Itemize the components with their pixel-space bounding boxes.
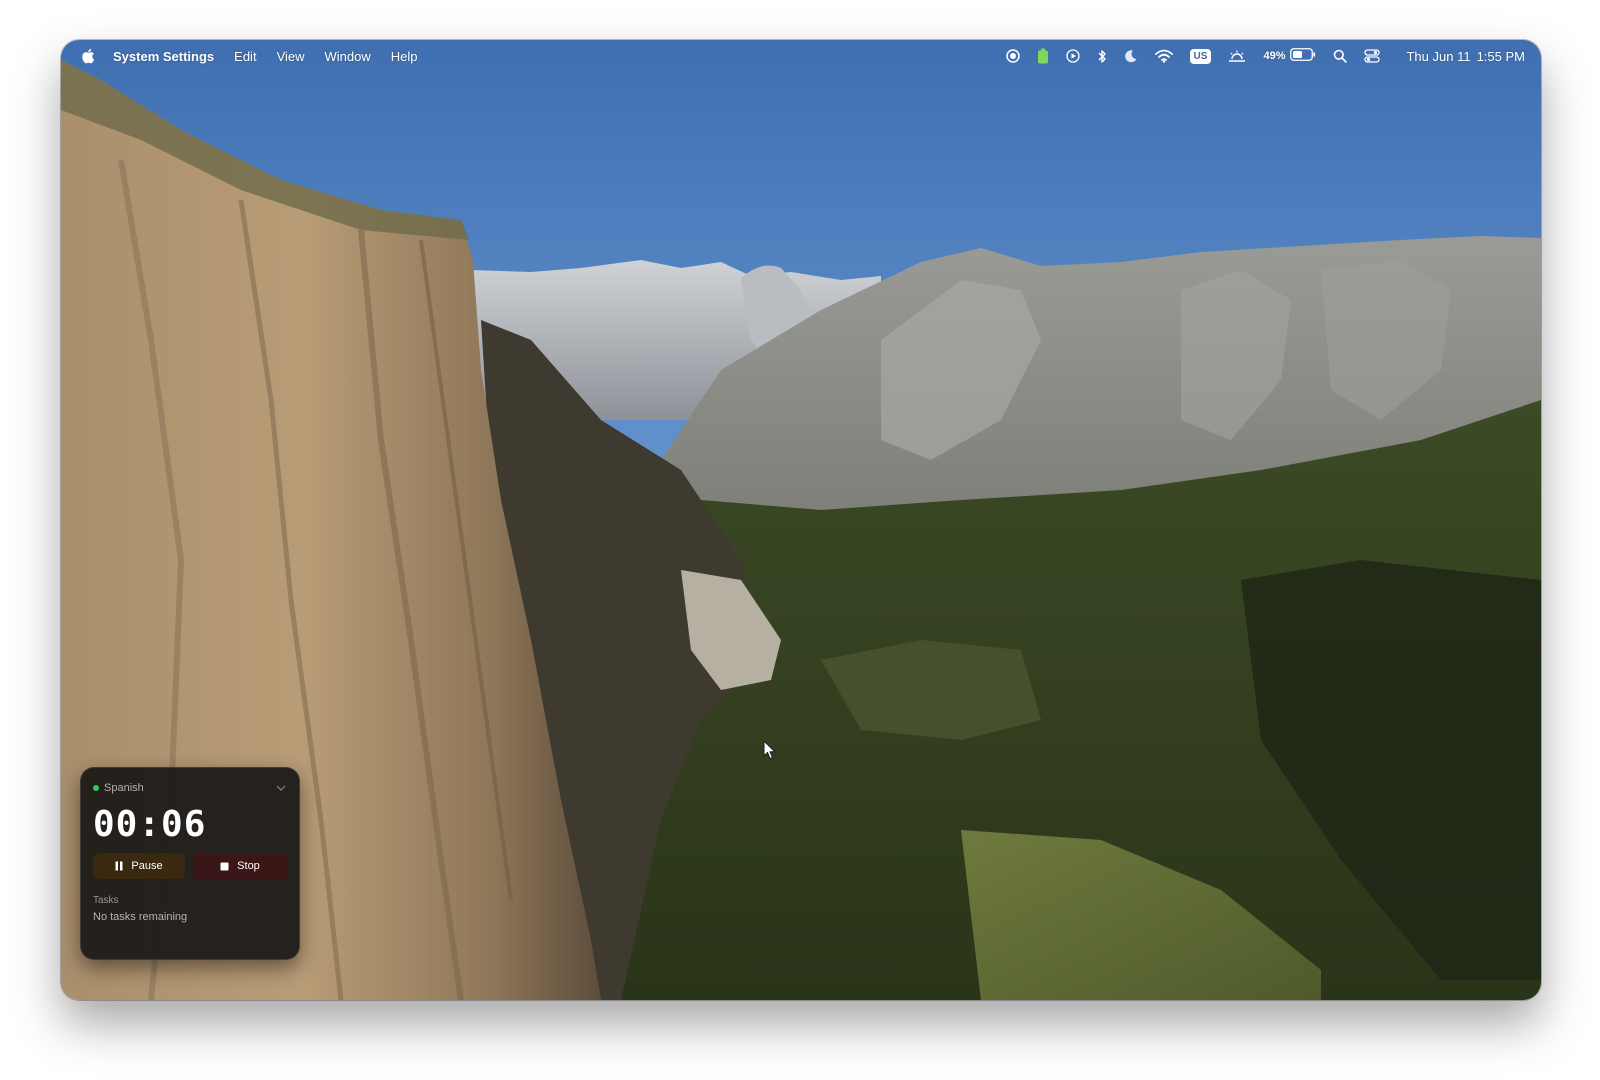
stop-button-label: Stop (237, 860, 260, 872)
menu-app-name[interactable]: System Settings (113, 49, 214, 64)
clock-time: 1:55 PM (1476, 48, 1525, 64)
menu-view[interactable]: View (277, 49, 305, 64)
moon-icon[interactable] (1124, 46, 1138, 66)
menu-edit[interactable]: Edit (234, 49, 256, 64)
battery-app-icon[interactable] (1037, 46, 1049, 66)
timer-elapsed: 00:06 (93, 804, 207, 845)
keyboard-layout-label: US (1189, 48, 1212, 64)
status-dot-icon (93, 785, 99, 791)
play-icon[interactable] (1065, 46, 1080, 66)
battery-percent: 49% (1263, 50, 1286, 62)
menu-bar: System Settings Edit View Window Help US… (61, 40, 1541, 72)
menubar-clock[interactable]: Thu Jun 11 1:55 PM (1406, 46, 1525, 66)
bluetooth-icon[interactable] (1097, 46, 1107, 66)
tasks-heading: Tasks (93, 895, 119, 906)
timer-widget: Spanish 00:06 Pause Stop Tasks No tasks … (80, 767, 300, 960)
battery-status[interactable]: 49% (1263, 46, 1316, 66)
battery-icon (1290, 48, 1316, 64)
spotlight-search-icon[interactable] (1333, 46, 1348, 66)
menu-window[interactable]: Window (325, 49, 371, 64)
menu-help[interactable]: Help (391, 49, 418, 64)
pause-button-label: Pause (131, 860, 163, 872)
timer-project-label: Spanish (104, 782, 144, 794)
chevron-down-icon[interactable] (275, 781, 287, 795)
clock-date: Thu Jun 11 (1406, 48, 1471, 64)
stop-button[interactable]: Stop (193, 853, 287, 879)
keyboard-layout-icon[interactable]: US (1189, 46, 1212, 66)
desktop: System Settings Edit View Window Help US… (61, 40, 1541, 1000)
apple-logo-icon[interactable] (81, 48, 95, 64)
wifi-icon[interactable] (1154, 46, 1173, 66)
sunrise-icon[interactable] (1228, 46, 1246, 66)
pause-icon (115, 861, 123, 871)
mouse-pointer-icon (763, 740, 776, 760)
stop-icon (220, 862, 229, 871)
timer-header: Spanish (93, 781, 287, 795)
screen-record-icon[interactable] (1005, 46, 1020, 66)
pause-button[interactable]: Pause (93, 853, 185, 879)
control-center-icon[interactable] (1364, 46, 1381, 66)
tasks-empty-message: No tasks remaining (93, 911, 188, 923)
